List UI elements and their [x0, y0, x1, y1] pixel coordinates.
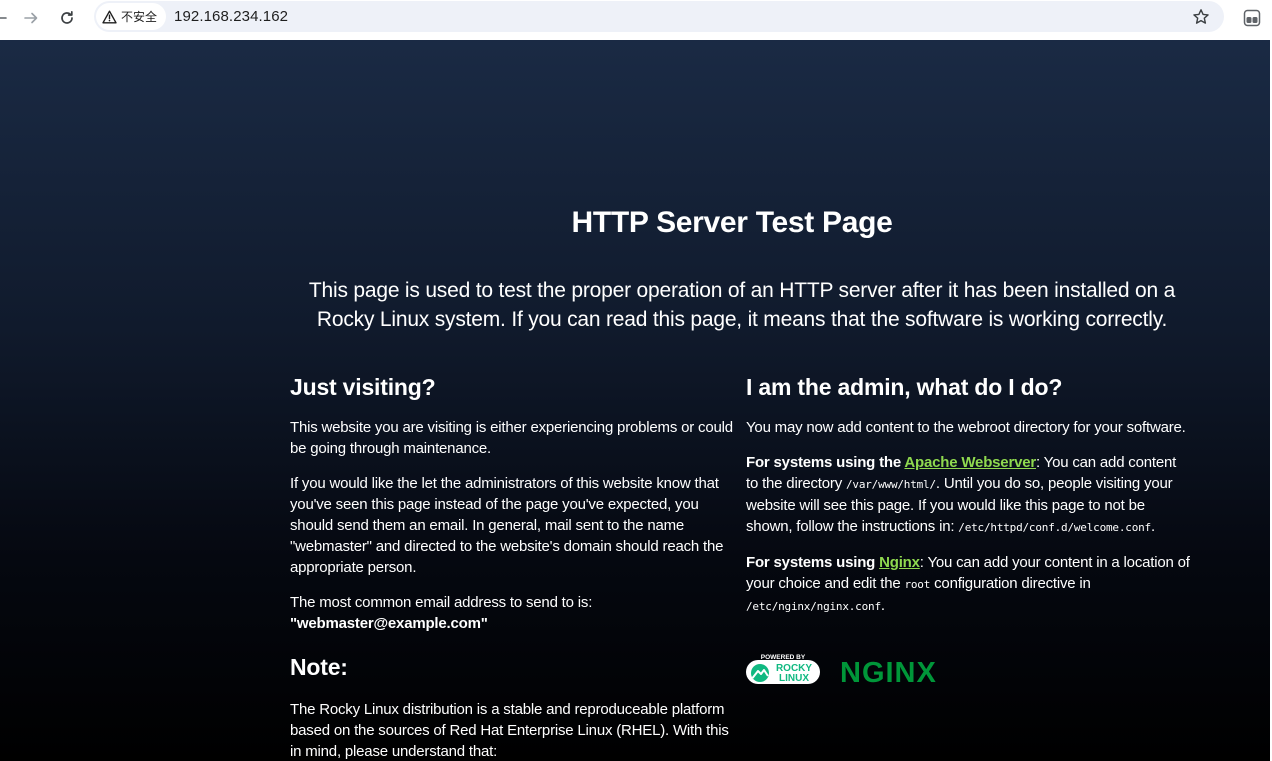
reload-button[interactable]	[53, 4, 81, 32]
back-button[interactable]	[0, 4, 14, 32]
reload-icon	[61, 10, 73, 24]
apache-link[interactable]: Apache Webserver	[904, 454, 1036, 471]
visiting-paragraph-3: The most common email address to send to…	[290, 592, 734, 634]
logos-svg: POWERED BY ROCKY LINUX NGINX	[746, 654, 937, 689]
arrow-right-icon	[24, 12, 38, 24]
test-page: HTTP Server Test Page This page is used …	[0, 40, 1272, 761]
apache-welcome-conf-path: /etc/httpd/conf.d/welcome.conf	[958, 521, 1151, 534]
nginx-root-directive: root	[904, 578, 931, 591]
rocky-linux-logo: POWERED BY ROCKY LINUX	[746, 654, 820, 684]
url-text[interactable]: 192.168.234.162	[174, 8, 288, 25]
visiting-column: Just visiting? This website you are visi…	[290, 372, 734, 761]
nginx-link[interactable]: Nginx	[879, 554, 920, 571]
profile-icon	[1243, 9, 1261, 27]
browser-toolbar: 不安全 192.168.234.162	[0, 0, 1272, 40]
admin-paragraph-1: You may now add content to the webroot d…	[746, 419, 1186, 436]
profile-button[interactable]	[1238, 4, 1266, 32]
visiting-heading: Just visiting?	[290, 374, 436, 400]
rocky-logo-text-2: LINUX	[779, 673, 809, 684]
apache-paragraph: For systems using the Apache Webserver: …	[746, 452, 1190, 538]
page-lead: This page is used to test the proper ope…	[308, 279, 1176, 331]
apache-webroot-path: /var/www/html/	[845, 478, 936, 491]
visiting-paragraph-2: If you would like the let the administra…	[290, 475, 724, 576]
nginx-prefix: For systems using	[746, 554, 880, 571]
admin-heading: I am the admin, what do I do?	[746, 374, 1063, 400]
nginx-text-2: configuration directive in	[930, 575, 1091, 592]
star-icon	[1193, 9, 1209, 24]
nginx-conf-path: /etc/nginx/nginx.conf	[746, 600, 881, 613]
apache-text-3: .	[1150, 518, 1155, 535]
email-intro: The most common email address to send to…	[290, 594, 593, 611]
webmaster-email: "webmaster@example.com"	[290, 615, 488, 632]
nginx-logo-text: NGINX	[840, 657, 937, 687]
forward-button[interactable]	[17, 4, 45, 32]
logos: POWERED BY ROCKY LINUX NGINX	[744, 653, 964, 689]
powered-by-text: POWERED BY	[761, 654, 806, 661]
security-label: 不安全	[121, 10, 158, 24]
nginx-text-3: .	[880, 597, 885, 614]
apache-prefix: For systems using the	[746, 454, 905, 471]
admin-column: I am the admin, what do I do? You may no…	[746, 372, 1190, 631]
warning-icon	[102, 10, 117, 23]
arrow-left-icon	[0, 17, 7, 19]
page-title: HTTP Server Test Page	[571, 206, 893, 239]
bookmark-button[interactable]	[1188, 4, 1214, 30]
address-bar[interactable]: 不安全 192.168.234.162	[94, 1, 1224, 32]
note-heading: Note:	[290, 654, 348, 680]
visiting-paragraph-1: This website you are visiting is either …	[290, 419, 733, 457]
nginx-logo: NGINX	[840, 657, 937, 689]
nginx-paragraph: For systems using Nginx: You can add you…	[746, 552, 1190, 617]
note-paragraph: The Rocky Linux distribution is a stable…	[290, 701, 729, 760]
security-chip[interactable]: 不安全	[96, 3, 167, 30]
